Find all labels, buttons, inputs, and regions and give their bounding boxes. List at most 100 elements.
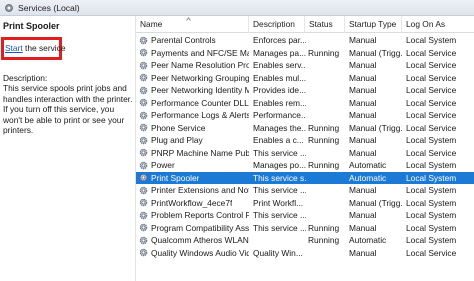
service-name-cell: Payments and NFC/SE Mana... bbox=[139, 47, 249, 60]
service-status-cell bbox=[308, 172, 348, 185]
service-name: PNRP Machine Name Publica... bbox=[151, 147, 249, 158]
service-description-cell: Print Workfl... bbox=[253, 197, 304, 208]
service-row[interactable]: Printer Extensions and Notific... This se… bbox=[136, 184, 474, 197]
service-startup-cell: Manual bbox=[349, 210, 377, 220]
service-status-cell: Running bbox=[308, 160, 340, 170]
service-status-cell bbox=[308, 184, 348, 197]
service-name: Quality Windows Audio Vide... bbox=[151, 247, 249, 258]
service-name: PrintWorkflow_4ece7f bbox=[151, 197, 233, 208]
service-status-cell bbox=[308, 147, 348, 160]
column-startup-type[interactable]: Startup Type bbox=[345, 16, 402, 33]
gear-icon bbox=[139, 49, 148, 57]
service-description-cell: Enforces par... bbox=[253, 35, 306, 45]
service-row[interactable]: Performance Counter DLL Host Enables rem.… bbox=[136, 97, 474, 110]
service-status-cell bbox=[308, 197, 348, 210]
service-description-cell: Enables mul... bbox=[253, 72, 306, 83]
service-status-cell: Running bbox=[308, 47, 340, 58]
service-row[interactable]: Payments and NFC/SE Mana... Manages pa...… bbox=[136, 47, 474, 60]
service-name-cell: Printer Extensions and Notific... bbox=[139, 184, 249, 197]
service-description-cell: Manages po... bbox=[253, 160, 306, 170]
service-title: Print Spooler bbox=[3, 21, 60, 31]
service-row[interactable]: Qualcomm Atheros WLAN Dr... Running Automa… bbox=[136, 234, 474, 247]
service-name-cell: Print Spooler bbox=[139, 172, 249, 185]
service-row[interactable]: PrintWorkflow_4ece7f Print Workfl... Manua… bbox=[136, 197, 474, 210]
service-startup-cell: Manual bbox=[349, 97, 377, 108]
service-logon-cell: Local Service bbox=[406, 60, 457, 70]
service-row[interactable]: Power Manages po... Running Automatic Local … bbox=[136, 159, 474, 172]
description-label: Description: bbox=[3, 73, 48, 83]
service-startup-cell: Manual bbox=[349, 35, 377, 45]
service-description-cell: This service ... bbox=[253, 147, 306, 158]
service-logon-cell: Local System bbox=[406, 160, 457, 170]
service-row[interactable]: Print Spooler This service s... Automatic L… bbox=[136, 171, 474, 185]
service-logon-cell: Local Service bbox=[406, 247, 457, 258]
column-status[interactable]: Status bbox=[305, 16, 345, 33]
service-logon-cell: Local System bbox=[406, 35, 457, 45]
service-description-cell: Enables a c... bbox=[253, 135, 304, 145]
service-logon-cell: Local Service bbox=[406, 72, 457, 83]
service-startup-cell: Manual bbox=[349, 185, 377, 195]
service-logon-cell: Local System bbox=[406, 197, 457, 208]
service-row[interactable]: Peer Name Resolution Proto... Enables ser… bbox=[136, 59, 474, 72]
gear-icon bbox=[139, 161, 148, 169]
service-name-cell: PrintWorkflow_4ece7f bbox=[139, 197, 249, 210]
service-logon-cell: Local Service bbox=[406, 47, 457, 58]
gear-icon bbox=[139, 224, 148, 232]
service-row[interactable]: Plug and Play Enables a c... Running Manual… bbox=[136, 134, 474, 147]
service-status-cell bbox=[308, 247, 348, 260]
service-name-cell: Peer Networking Identity Ma... bbox=[139, 84, 249, 97]
service-name-cell: Phone Service bbox=[139, 122, 249, 135]
service-startup-cell: Automatic bbox=[349, 160, 387, 170]
service-logon-cell: Local System bbox=[406, 222, 457, 233]
service-row[interactable]: Phone Service Manages the... Running Manual… bbox=[136, 122, 474, 135]
service-row[interactable]: Peer Networking Grouping Enables mul... Ma… bbox=[136, 72, 474, 85]
service-name-cell: Peer Name Resolution Proto... bbox=[139, 59, 249, 72]
service-status-cell: Running bbox=[308, 222, 340, 233]
service-description-cell: This service ... bbox=[253, 210, 306, 220]
service-row[interactable]: PNRP Machine Name Publica... This service… bbox=[136, 147, 474, 160]
service-row[interactable]: Parental Controls Enforces par... Manual Lo… bbox=[136, 34, 474, 47]
service-row[interactable]: Problem Reports Control Pan... This servi… bbox=[136, 209, 474, 222]
service-logon-cell: Local System bbox=[406, 185, 457, 195]
gear-icon bbox=[139, 99, 148, 107]
start-link[interactable]: Start bbox=[5, 43, 23, 53]
service-logon-cell: Local Service bbox=[406, 110, 457, 120]
service-status-cell bbox=[308, 84, 348, 97]
service-status-cell: Running bbox=[308, 122, 340, 133]
column-header-row: Name Description Status Startup Type Log… bbox=[136, 16, 474, 33]
service-startup-cell: Manual (Trigg... bbox=[349, 47, 402, 58]
service-name-cell: Program Compatibility Assist... bbox=[139, 222, 249, 235]
service-row[interactable]: Peer Networking Identity Ma... Provides i… bbox=[136, 84, 474, 97]
service-description-cell: Enables rem... bbox=[253, 97, 306, 108]
column-description[interactable]: Description bbox=[249, 16, 305, 33]
window-title: Services (Local) bbox=[18, 3, 80, 13]
service-status-cell bbox=[308, 59, 348, 72]
gear-icon bbox=[139, 199, 148, 207]
service-row[interactable]: Quality Windows Audio Vide... Quality Win… bbox=[136, 247, 474, 260]
gear-icon bbox=[139, 236, 148, 244]
column-name[interactable]: Name bbox=[136, 16, 249, 33]
details-pane: Print Spooler Start the service Descript… bbox=[0, 16, 135, 281]
service-name: Program Compatibility Assist... bbox=[151, 222, 249, 233]
service-row[interactable]: Performance Logs & Alerts Performance... M… bbox=[136, 109, 474, 122]
column-log-on-as[interactable]: Log On As bbox=[402, 16, 474, 33]
service-description-cell: This service s... bbox=[253, 172, 306, 183]
service-startup-cell: Manual bbox=[349, 85, 377, 95]
service-description-cell: This service ... bbox=[253, 185, 306, 195]
service-name: Peer Networking Identity Ma... bbox=[151, 85, 249, 95]
gear-icon bbox=[139, 186, 148, 194]
service-description-cell: Manages the... bbox=[253, 122, 306, 133]
service-name: Problem Reports Control Pan... bbox=[151, 210, 249, 220]
service-name: Power bbox=[151, 160, 175, 170]
gear-icon bbox=[139, 249, 148, 257]
service-logon-cell: Local System bbox=[406, 135, 457, 145]
service-startup-cell: Manual bbox=[349, 72, 377, 83]
service-row[interactable]: Program Compatibility Assist... This serv… bbox=[136, 222, 474, 235]
gear-icon bbox=[139, 74, 148, 82]
service-logon-cell: Local System bbox=[406, 172, 457, 183]
service-name: Peer Name Resolution Proto... bbox=[151, 60, 249, 70]
service-startup-cell: Manual bbox=[349, 60, 377, 70]
service-logon-cell: Local System bbox=[406, 235, 457, 245]
service-name-cell: Power bbox=[139, 159, 249, 172]
service-startup-cell: Automatic bbox=[349, 172, 387, 183]
